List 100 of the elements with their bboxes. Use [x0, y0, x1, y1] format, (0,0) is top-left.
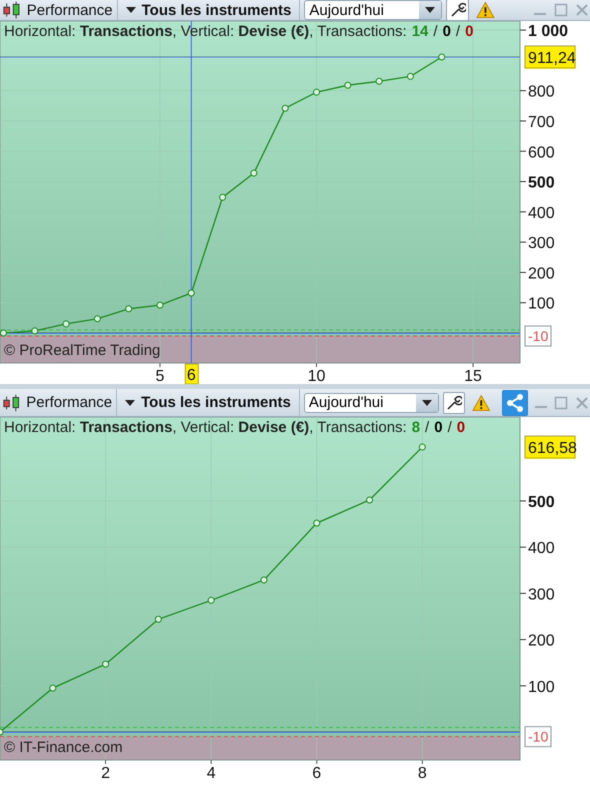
- y-tick-label: -10: [528, 328, 548, 344]
- x-tick: 2: [101, 760, 110, 782]
- x-tick: 15: [464, 362, 482, 384]
- y-tick: 100: [520, 678, 555, 696]
- chart-info: Horizontal: Transactions, Vertical: Devise (€), Transactions:: [4, 419, 407, 436]
- y-tick: 400: [520, 540, 555, 558]
- data-point: [376, 78, 383, 85]
- y-tick-label: 800: [528, 84, 555, 101]
- separator: /: [456, 23, 460, 40]
- data-point: [344, 82, 352, 89]
- close-icon[interactable]: [574, 3, 588, 17]
- instruments-dropdown[interactable]: Tous les instruments: [116, 389, 300, 416]
- warning-icon[interactable]: [476, 1, 495, 19]
- transaction-count: 0: [434, 419, 443, 436]
- maximize-icon[interactable]: [554, 3, 568, 17]
- data-point: [366, 496, 374, 504]
- transaction-count: 0: [442, 23, 451, 40]
- y-tick: 1 000: [520, 23, 568, 40]
- data-point: [250, 170, 258, 177]
- y-tick-label: 300: [528, 235, 555, 252]
- data-point: [188, 290, 195, 297]
- y-tick-label: 700: [528, 114, 555, 131]
- x-tick-label: 15: [464, 368, 482, 385]
- data-point: [313, 520, 320, 527]
- caret-icon: [425, 7, 436, 13]
- data-point: [208, 596, 215, 604]
- ref-line-label: 911,24: [528, 50, 576, 67]
- y-tick: 500: [520, 494, 555, 511]
- x-tick: 4: [206, 760, 216, 782]
- y-tick: 400: [520, 204, 555, 222]
- level-tag: -10: [524, 726, 552, 748]
- y-tick-label: 200: [528, 632, 555, 650]
- y-tick-label: 100: [528, 296, 555, 313]
- y-tick-label: 400: [528, 540, 555, 558]
- data-point: [0, 728, 4, 736]
- wrench-button[interactable]: [442, 392, 465, 414]
- caret-icon: [125, 400, 136, 406]
- period-select[interactable]: Aujourd'hui: [304, 392, 439, 412]
- x-tick-label: 10: [308, 368, 326, 385]
- y-tick-label: 100: [528, 678, 555, 696]
- y-tick-label: 300: [528, 586, 555, 604]
- close-icon[interactable]: [574, 396, 589, 410]
- x-tick-label: 4: [206, 765, 216, 782]
- y-tick: 500: [520, 174, 555, 192]
- y-tick: 300: [520, 586, 555, 604]
- y-tick-label: 200: [528, 265, 555, 282]
- transaction-count: 0: [456, 419, 466, 436]
- x-tick: 8: [418, 760, 427, 782]
- instruments-dropdown[interactable]: Tous les instruments: [116, 0, 300, 20]
- separator: /: [433, 23, 438, 40]
- level-tag: -10: [524, 326, 552, 347]
- data-point: [282, 104, 289, 112]
- y-tick-label: 600: [528, 144, 555, 162]
- copyright-text: © ProRealTime Trading: [4, 342, 160, 359]
- data-point: [125, 305, 132, 312]
- data-point: [438, 53, 446, 60]
- data-point: [62, 320, 70, 328]
- transaction-count: 14: [412, 23, 428, 40]
- transaction-count: 8: [412, 419, 420, 436]
- data-point: [94, 315, 101, 322]
- data-point: [406, 72, 414, 80]
- performance-label: Performance: [26, 394, 112, 411]
- x-tick: 5: [156, 362, 164, 384]
- x-tick-label: 5: [156, 368, 165, 385]
- data-point: [156, 302, 164, 309]
- y-tick: 200: [520, 265, 555, 282]
- y-tick: 100: [520, 296, 555, 313]
- performance-label: Performance: [26, 2, 113, 18]
- transaction-count: 0: [465, 23, 474, 40]
- y-tick: 600: [520, 144, 555, 162]
- cursor-tag: 6: [184, 364, 199, 384]
- y-tick: 200: [520, 632, 555, 650]
- separator: /: [425, 419, 430, 436]
- y-tick-label: 1 000: [528, 23, 568, 40]
- x-tick: 6: [312, 760, 322, 782]
- data-point: [49, 684, 56, 692]
- caret-icon: [422, 400, 432, 406]
- x-tick: 10: [308, 362, 326, 384]
- y-tick-label: 400: [528, 204, 555, 222]
- share-button[interactable]: [502, 390, 528, 416]
- wrench-button[interactable]: [446, 0, 470, 20]
- y-tick-label: 500: [528, 174, 555, 192]
- y-tick: 700: [520, 114, 555, 131]
- x-tick-label: 2: [101, 765, 110, 782]
- data-point: [219, 194, 226, 201]
- data-point: [418, 444, 426, 451]
- period-select[interactable]: Aujourd'hui: [304, 0, 442, 20]
- y-tick-label: -10: [528, 728, 548, 745]
- warning-icon[interactable]: [472, 394, 490, 412]
- caret-icon: [126, 7, 136, 13]
- data-point: [102, 660, 110, 668]
- value-tag: 911,24: [524, 45, 576, 68]
- y-tick-label: 500: [528, 494, 555, 511]
- data-point: [154, 616, 162, 623]
- maximize-icon[interactable]: [554, 396, 568, 410]
- data-point: [313, 88, 320, 96]
- copyright-text: © IT-Finance.com: [4, 739, 123, 756]
- y-tick: 800: [520, 84, 555, 101]
- y-tick: 300: [520, 235, 555, 252]
- data-point: [31, 327, 38, 334]
